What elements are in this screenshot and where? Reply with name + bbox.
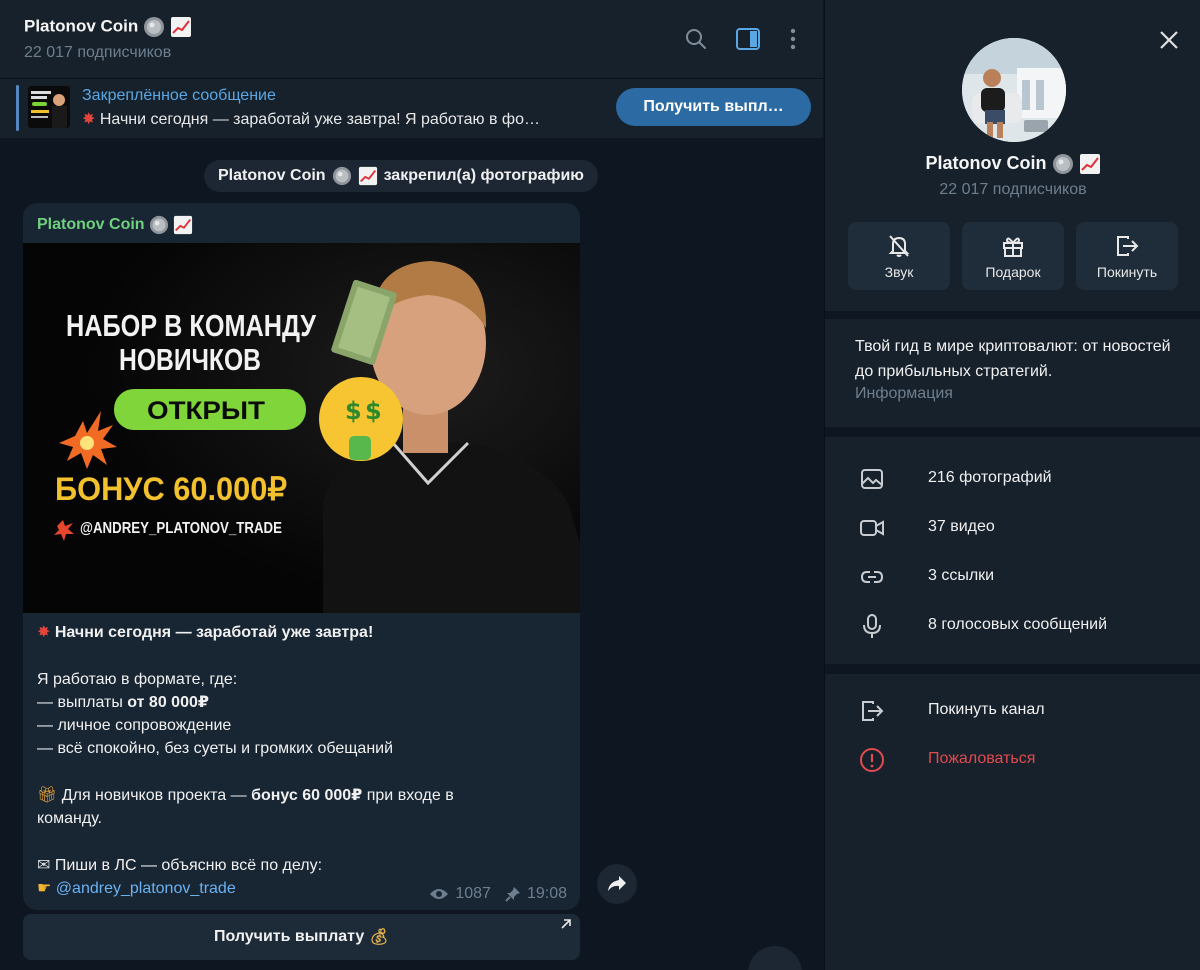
chat-header[interactable]: Platonov Coin 22 017 подписчиков (0, 0, 823, 78)
search-icon[interactable] (683, 26, 709, 52)
views-eye-icon (430, 889, 449, 899)
link-icon (860, 571, 884, 583)
photo-badge: ОТКРЫТ (147, 397, 265, 425)
gift-emoji-icon: 🎁︎ (37, 787, 58, 805)
media-row-photos[interactable]: 216 фотографий (825, 455, 1200, 503)
photo-headline-1: НАБОР В КОМАНДУ (66, 308, 317, 343)
collision-emoji-icon: ✸ (37, 624, 51, 641)
photo-headline-2: НОВИЧКОВ (119, 342, 261, 377)
channel-subscribers: 22 017 подписчиков (939, 181, 1087, 198)
leave-button[interactable]: Покинуть (1076, 222, 1178, 290)
channel-name: Platonov Coin (825, 153, 1200, 175)
more-menu-icon[interactable] (780, 26, 806, 52)
scroll-down-button[interactable] (748, 946, 802, 970)
inbox-emoji-icon: ✉ (37, 856, 51, 874)
chat-area: Platonov Coin 22 017 подписчиков Закрепл… (0, 0, 823, 970)
chat-subscribers: 22 017 подписчиков (24, 44, 172, 61)
pin-icon (505, 887, 520, 902)
media-row-videos[interactable]: 37 видео (825, 504, 1200, 552)
message-time: 19:08 (526, 885, 567, 902)
promo-image: $ $ НАБОР В КОМАНДУ НОВИЧКОВ ОТКРЫТ БОНУ… (23, 243, 580, 613)
coin-emoji-icon (1052, 154, 1073, 175)
handle-link[interactable]: @andrey_platonov_trade (56, 880, 236, 897)
avatar-image (962, 38, 1066, 142)
coin-emoji-icon (332, 166, 351, 186)
external-link-arrow-icon (561, 919, 571, 929)
photo-bonus: БОНУС 60.000₽ (55, 471, 287, 507)
pinned-text: ✸ Начни сегодня — заработай уже завтра! … (82, 111, 540, 128)
pinned-indicator (16, 85, 19, 131)
leave-channel-row[interactable]: Покинуть канал (825, 687, 1200, 735)
photo-handle: @ANDREY_PLATONOV_TRADE (80, 520, 282, 537)
gift-icon (1003, 237, 1023, 257)
money-bag-emoji-icon: 💰︎ (368, 929, 390, 946)
sidebar-toggle-icon[interactable] (735, 26, 761, 52)
message-photo[interactable]: $ $ НАБОР В КОМАНДУ НОВИЧКОВ ОТКРЫТ БОНУ… (23, 243, 580, 613)
mute-button[interactable]: Звук (848, 222, 950, 290)
gift-button[interactable]: Подарок (962, 222, 1064, 290)
photo-icon (861, 469, 883, 489)
avatar[interactable] (962, 38, 1066, 142)
bell-off-icon (888, 235, 910, 257)
warning-icon (860, 748, 884, 772)
inline-keyboard-button[interactable]: Получить выплату 💰︎ (23, 914, 580, 960)
message-meta: 1087 19:08 (429, 885, 567, 903)
chart-increasing-emoji-icon (1079, 154, 1100, 175)
pinned-message-bar[interactable]: Закреплённое сообщение ✸ Начни сегодня —… (0, 78, 823, 138)
media-row-links[interactable]: 3 ссылки (825, 553, 1200, 601)
report-row[interactable]: Пожаловаться (825, 736, 1200, 784)
pinned-thumbnail-image (28, 86, 70, 128)
pinned-thumbnail (28, 86, 70, 128)
chat-title[interactable]: Platonov Coin (24, 16, 192, 38)
svg-text:$: $ (345, 397, 362, 425)
message-bubble[interactable]: Platonov Coin $ $ НАБОР В КОМАНДУ НОВИЧК… (23, 203, 580, 910)
svg-text:$: $ (365, 397, 382, 425)
pinned-label: Закреплённое сообщение (82, 87, 276, 104)
leave-icon (1117, 236, 1139, 256)
chart-increasing-emoji-icon (358, 166, 377, 186)
close-icon[interactable] (1157, 28, 1181, 52)
description-label: Информация (855, 385, 953, 402)
channel-description: Твой гид в мире криптовалют: от новостей… (855, 338, 1171, 380)
service-message: Platonov Coin закрепил(а) фотографию (204, 160, 598, 192)
leave-icon (862, 701, 884, 721)
microphone-icon (863, 614, 881, 638)
forward-button[interactable] (597, 864, 637, 904)
forward-arrow-icon (608, 876, 626, 891)
chart-increasing-emoji-icon (174, 215, 193, 235)
coin-emoji-icon (149, 215, 169, 235)
message-author[interactable]: Platonov Coin (37, 215, 193, 235)
collision-emoji-icon: ✸ (82, 111, 96, 128)
views-count: 1087 (455, 885, 491, 902)
media-row-voice[interactable]: 8 голосовых сообщений (825, 602, 1200, 650)
message-text: ✸ Начни сегодня — заработай уже завтра! … (37, 624, 454, 898)
channel-info-panel: Platonov Coin 22 017 подписчиков Звук По… (824, 0, 1200, 970)
chart-increasing-emoji-icon (170, 17, 191, 37)
pointing-hand-emoji-icon: ☛ (37, 880, 52, 898)
pinned-action-button[interactable]: Получить выпл… (616, 88, 811, 126)
coin-emoji-icon (144, 17, 165, 37)
video-icon (860, 520, 884, 536)
